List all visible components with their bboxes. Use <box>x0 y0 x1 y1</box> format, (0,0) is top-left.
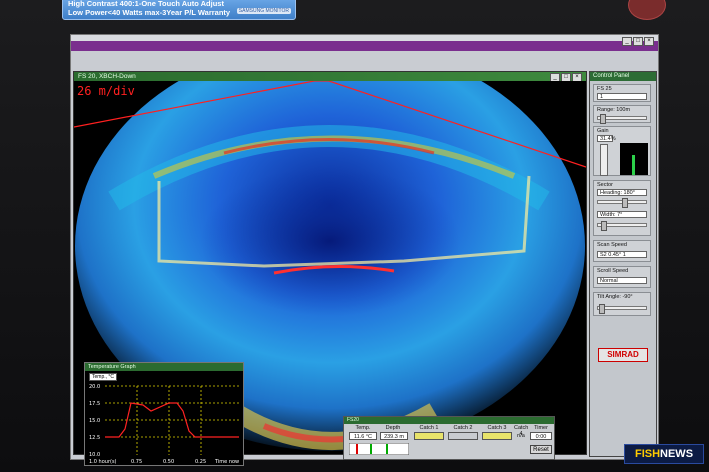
y-tick-0: 20.0 <box>89 384 100 390</box>
reset-button[interactable]: Reset <box>530 445 552 454</box>
echo-inner-dark <box>200 166 460 316</box>
range-slider[interactable] <box>597 114 647 124</box>
gain-value: 31.4% <box>597 135 616 142</box>
sonar-title-bar: FS 20, XBCH-Down _ □ × <box>74 72 586 82</box>
range-slider-thumb[interactable] <box>600 114 606 124</box>
watermark-prefix: FISH <box>634 448 661 460</box>
scroll-speed-group: Scroll Speed Normal <box>593 266 651 288</box>
width-slider[interactable] <box>597 221 647 231</box>
scroll-speed-label: Scroll Speed <box>597 268 629 274</box>
close-button[interactable]: × <box>644 37 654 46</box>
y-tick-2: 15.0 <box>89 418 100 424</box>
tilt-slider[interactable] <box>597 304 647 314</box>
gain-meter-bar <box>632 155 635 175</box>
tilt-group: Tilt Angle: -90° <box>593 292 651 316</box>
heading-slider[interactable] <box>597 198 647 208</box>
temperature-graph-title: Temperature Graph <box>85 363 243 371</box>
fs-select[interactable]: 1 <box>597 93 647 100</box>
catch2-bar <box>448 432 478 440</box>
fs-label: FS 25 <box>597 86 612 92</box>
sector-group: Sector Heading: 180° Width: 7° <box>593 180 651 236</box>
fs-status-panel: FS20 Temp. Depth Catch 1 Catch 2 Catch 3… <box>343 416 555 460</box>
maximize-button[interactable]: □ <box>633 37 643 46</box>
temperature-graph-window: Temperature Graph Temp., °C 20.0 17.5 15… <box>84 362 244 466</box>
scroll-speed-select[interactable]: Normal <box>597 277 647 284</box>
sonar-window-title: FS 20, XBCH-Down <box>78 73 136 80</box>
gain-slider[interactable] <box>600 144 608 176</box>
col-timer: Timer <box>534 425 548 431</box>
y-tick-3: 12.5 <box>89 435 100 441</box>
sticker-line-1: High Contrast 400:1-One Touch Auto Adjus… <box>68 0 224 8</box>
x-tick-1: 0.75 <box>131 459 142 465</box>
timer-value: 0:00 <box>530 432 552 440</box>
x-tick-0: 1.0 hour(s) <box>89 459 117 465</box>
app-title-bar <box>71 41 658 51</box>
simrad-logo: SIMRAD <box>598 348 648 362</box>
heading-value[interactable]: Heading: 180° <box>597 189 647 196</box>
col-catch1: Catch 1 <box>419 425 439 431</box>
scan-speed-label: Scan Speed <box>597 242 627 248</box>
app-window-controls: _ □ × <box>622 37 654 46</box>
catch4-value: n/a <box>517 433 525 439</box>
col-catch2: Catch 2 <box>453 425 473 431</box>
x-tick-4: Time now <box>214 459 239 465</box>
scan-speed-group: Scan Speed S2 0.45° 1 <box>593 240 651 262</box>
tilt-label: Tilt Angle: -90° <box>597 294 633 300</box>
catch1-bar <box>414 432 444 440</box>
range-label: Range: 100m <box>597 107 631 113</box>
mini-gauges <box>349 443 409 455</box>
watermark-suffix: NEWS <box>660 448 694 460</box>
x-tick-3: 0.25 <box>195 459 206 465</box>
monitor-bezel: High Contrast 400:1-One Touch Auto Adjus… <box>0 0 709 472</box>
width-slider-thumb[interactable] <box>601 221 607 231</box>
y-tick-4: 10.0 <box>89 452 100 458</box>
x-tick-2: 0.50 <box>163 459 174 465</box>
sticker-line-2: Low Power<40 Watts max-3Year P/L Warrant… <box>68 8 231 17</box>
gain-group: Gain 31.4% <box>593 126 651 176</box>
heading-slider-thumb[interactable] <box>622 198 628 208</box>
temperature-unit-label: Temp., °C <box>89 373 118 381</box>
y-tick-1: 17.5 <box>89 401 100 407</box>
control-panel-title: Control Panel <box>590 72 656 81</box>
sector-label: Sector <box>597 182 613 188</box>
fs-selector-group: FS 25 1 <box>593 84 651 102</box>
temp-value: 11.6 °C <box>349 432 377 440</box>
gain-label: Gain <box>597 128 609 134</box>
control-panel: Control Panel FS 25 1 Range: 100m Gain 3… <box>589 71 657 457</box>
col-catch3: Catch 3 <box>487 425 507 431</box>
col-depth: Depth <box>385 425 401 431</box>
minimize-button[interactable]: _ <box>622 37 632 46</box>
temperature-graph-plot: 20.0 17.5 15.0 12.5 10.0 1.0 hour(s) 0.7… <box>89 384 239 465</box>
brand-emblem <box>628 0 666 20</box>
spec-sticker: High Contrast 400:1-One Touch Auto Adjus… <box>62 0 296 20</box>
gain-meter <box>620 143 648 175</box>
scan-speed-select[interactable]: S2 0.45° 1 <box>597 251 647 258</box>
width-value[interactable]: Width: 7° <box>597 211 647 218</box>
fs-status-title: FS20 <box>344 417 554 424</box>
col-temp: Temp. <box>355 425 371 431</box>
fishnews-watermark: FISHNEWS <box>624 444 704 464</box>
sticker-tag: SAMSUNG MONITOR <box>236 8 291 14</box>
catch3-bar <box>482 432 512 440</box>
scale-label: 26 m/div <box>77 84 135 98</box>
range-group: Range: 100m <box>593 105 651 124</box>
depth-value: 239.3 m <box>380 432 408 440</box>
tilt-slider-thumb[interactable] <box>599 304 605 314</box>
